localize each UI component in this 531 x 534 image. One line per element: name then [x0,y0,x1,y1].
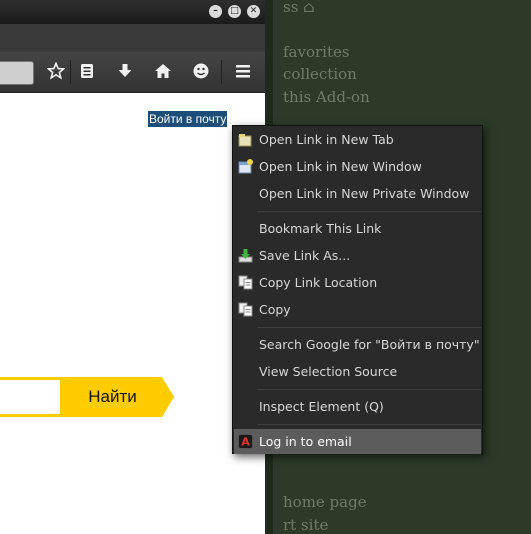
copy-link-icon [238,275,253,290]
page-content: Войти в почту Найти [0,93,265,534]
search-button-arrow[interactable] [162,377,174,417]
menu-item-label: Search Google for "Войти в почту" [259,337,480,352]
download-icon[interactable] [115,62,135,82]
menu-item-label: View Selection Source [259,364,398,379]
menu-item-label: Open Link in New Window [259,159,422,174]
menu-item-label: Open Link in New Tab [259,132,394,147]
menu-separator [257,424,481,425]
url-bar[interactable] [0,61,34,85]
background-text: collection [283,65,357,83]
reading-list-icon[interactable] [77,62,97,82]
background-text: favorites [283,43,350,61]
browser-window: – □ ✕ Войти в почту Найти [0,0,265,534]
navigation-toolbar [0,52,265,93]
maximize-button[interactable]: □ [228,5,241,18]
menu-separator [257,389,481,390]
menu-separator [257,211,481,212]
tab-strip [0,24,265,52]
menu-item-label: Save Link As... [259,248,351,263]
home-icon[interactable] [153,62,173,82]
menu-item-save-link-as[interactable]: Save Link As... [234,243,481,268]
copy-icon [238,302,253,317]
menu-item-copy-link-location[interactable]: Copy Link Location [234,270,481,295]
minimize-button[interactable]: – [209,5,222,18]
search-button[interactable]: Найти [63,377,162,417]
context-menu: Open Link in New Tab Open Link in New Wi… [232,125,483,454]
background-text: ss ⌂ [283,0,315,16]
title-bar: – □ ✕ [0,0,265,24]
menu-item-open-new-window[interactable]: Open Link in New Window [234,154,481,179]
menu-item-label: Bookmark This Link [259,221,382,236]
new-window-icon [238,159,253,174]
menu-separator [257,327,481,328]
svg-text:A: A [241,436,250,449]
menu-icon[interactable] [233,62,253,82]
star-icon[interactable] [46,61,66,82]
menu-item-label: Log in to email [259,434,352,449]
menu-item-open-private-window[interactable]: Open Link in New Private Window [234,181,481,206]
menu-item-log-in-to-email[interactable]: A Log in to email [234,429,481,454]
background-text: home page [283,493,367,511]
close-button[interactable]: ✕ [247,5,260,18]
background-text: rt site [283,516,329,534]
new-tab-icon [238,132,253,147]
menu-item-open-new-tab[interactable]: Open Link in New Tab [234,127,481,152]
toolbar-separator [70,60,71,84]
menu-item-label: Open Link in New Private Window [259,186,470,201]
menu-item-bookmark-link[interactable]: Bookmark This Link [234,216,481,241]
menu-item-label: Inspect Element (Q) [259,399,384,414]
menu-item-label: Copy [259,302,291,317]
menu-item-search-google[interactable]: Search Google for "Войти в почту" [234,332,481,357]
save-icon [238,248,253,263]
search-input[interactable] [0,377,63,417]
menu-item-view-selection-source[interactable]: View Selection Source [234,359,481,384]
smiley-icon[interactable] [191,62,211,82]
menu-item-copy[interactable]: Copy [234,297,481,322]
login-extension-icon: A [238,434,253,449]
selected-login-link[interactable]: Войти в почту [146,110,229,128]
menu-item-inspect-element[interactable]: Inspect Element (Q) [234,394,481,419]
background-text: this Add-on [283,88,370,106]
menu-item-label: Copy Link Location [259,275,378,290]
toolbar-separator [221,60,222,84]
